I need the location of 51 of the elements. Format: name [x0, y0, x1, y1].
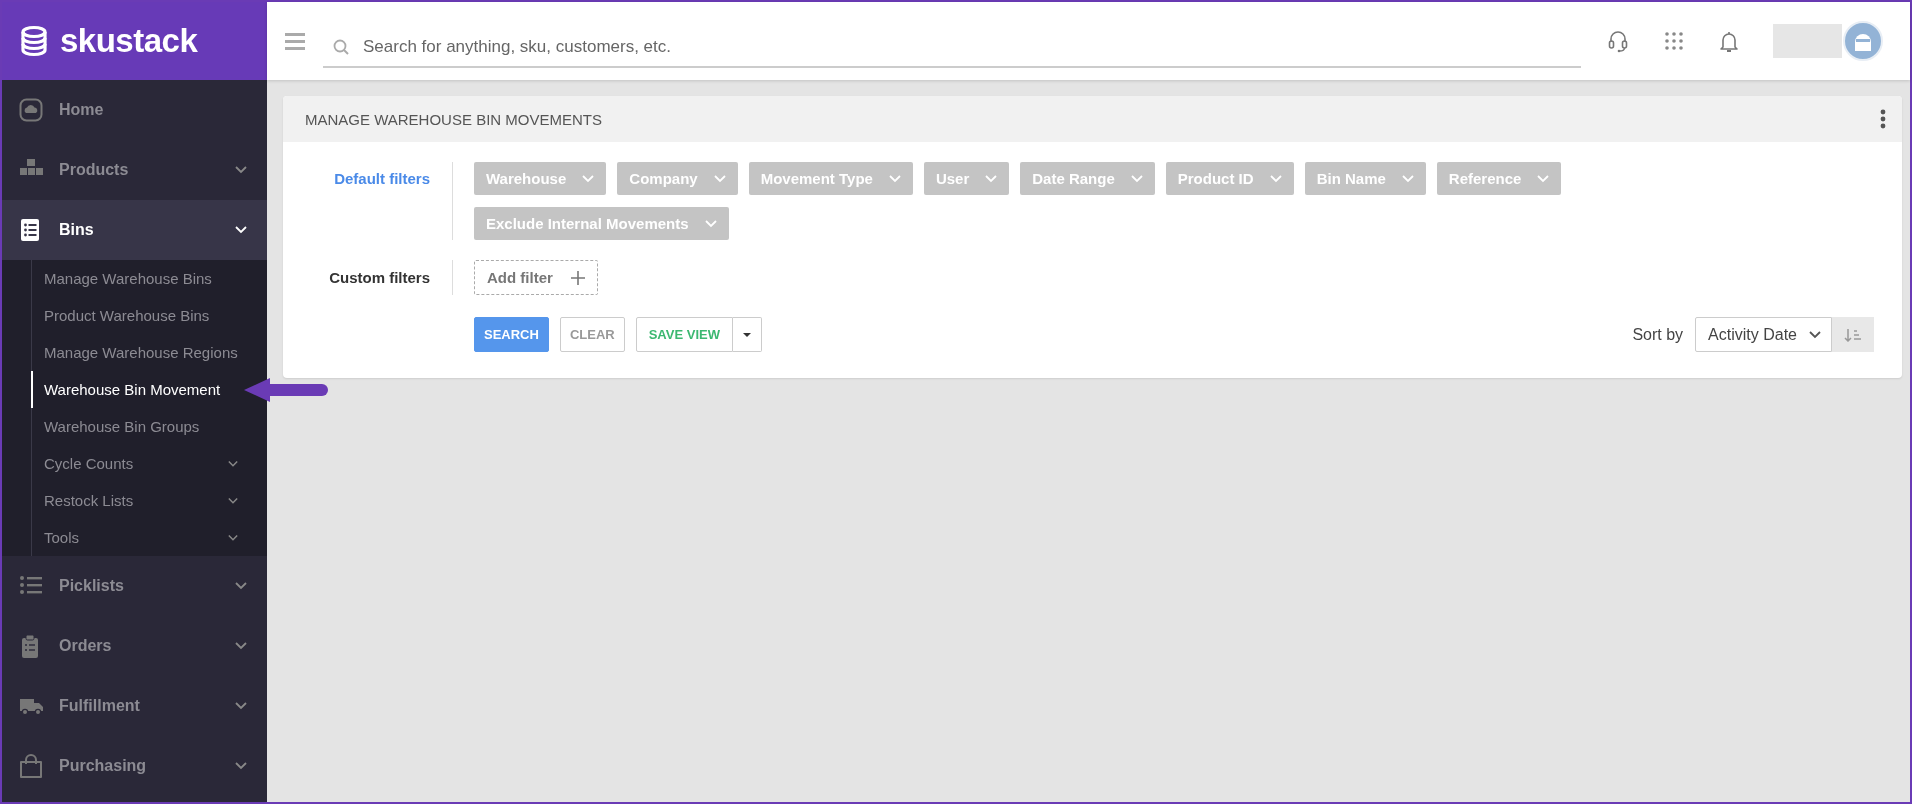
- clear-button[interactable]: CLEAR: [559, 317, 625, 352]
- sidebar-item[interactable]: Orders: [2, 616, 267, 676]
- submenu-item[interactable]: Restock Lists: [31, 482, 242, 519]
- sidebar-item[interactable]: Products: [2, 140, 267, 200]
- chevron-icon: [985, 174, 998, 183]
- search-button[interactable]: SEARCH: [474, 317, 549, 352]
- sort-label: Sort by: [1632, 325, 1684, 344]
- sort-select[interactable]: Activity Date: [1695, 317, 1832, 352]
- dropdown-toggle-button[interactable]: [732, 317, 762, 352]
- sort-descending-icon: [1844, 327, 1862, 342]
- sidebar-item[interactable]: Picklists: [2, 556, 267, 616]
- chevron-icon: [1537, 174, 1550, 183]
- shopping-bag-icon: [19, 754, 43, 778]
- submenu-item[interactable]: Manage Warehouse Bins: [31, 260, 242, 297]
- submenu-item[interactable]: Cycle Counts: [31, 445, 242, 482]
- chevron-icon: [888, 174, 901, 183]
- logo-icon: [20, 25, 48, 57]
- sidebar-item[interactable]: Home: [2, 80, 267, 140]
- sidebar-item[interactable]: Purchasing: [2, 736, 267, 796]
- submenu-item[interactable]: Warehouse Bin Movement: [31, 371, 242, 408]
- submenu-item[interactable]: Product Warehouse Bins: [31, 297, 242, 334]
- submenu-item[interactable]: Tools: [31, 519, 242, 556]
- headset-icon[interactable]: [1607, 29, 1629, 53]
- submenu-item[interactable]: Warehouse Bin Groups: [31, 408, 242, 445]
- avatar-icon[interactable]: [1843, 21, 1883, 61]
- chevron-icon: [1130, 174, 1143, 183]
- chevron-icon: [582, 174, 595, 183]
- sidebar-item[interactable]: Bins: [2, 200, 267, 260]
- add-filter-button[interactable]: Add filter: [474, 260, 598, 295]
- filter-group-label: Default filters: [283, 162, 453, 240]
- save-view-button[interactable]: SAVE VIEW: [635, 317, 733, 352]
- menu-icon[interactable]: [285, 32, 305, 50]
- chevron-icon: [713, 174, 726, 183]
- chevron-icon: [1809, 330, 1821, 339]
- filter-group-label: Custom filters: [283, 260, 453, 295]
- sidebar-item[interactable]: Fulfillment: [2, 676, 267, 736]
- apps-grid-icon[interactable]: [1665, 32, 1683, 50]
- brand-name: skustack: [60, 22, 198, 60]
- chevron-icon: [1269, 174, 1282, 183]
- caret-icon: [742, 332, 751, 337]
- user-name-placeholder: [1773, 24, 1842, 58]
- more-options-icon[interactable]: [1880, 109, 1886, 129]
- home-icon: [19, 98, 43, 122]
- submenu-item[interactable]: Manage Warehouse Regions: [31, 334, 242, 371]
- panel-title: MANAGE WAREHOUSE BIN MOVEMENTS: [305, 110, 602, 128]
- chevron-icon: [1401, 174, 1414, 183]
- chevron-icon: [704, 219, 717, 228]
- plus-icon: [570, 270, 585, 285]
- bell-icon[interactable]: [1719, 29, 1739, 53]
- sort-direction-button[interactable]: [1832, 317, 1874, 352]
- search-icon: [333, 39, 349, 55]
